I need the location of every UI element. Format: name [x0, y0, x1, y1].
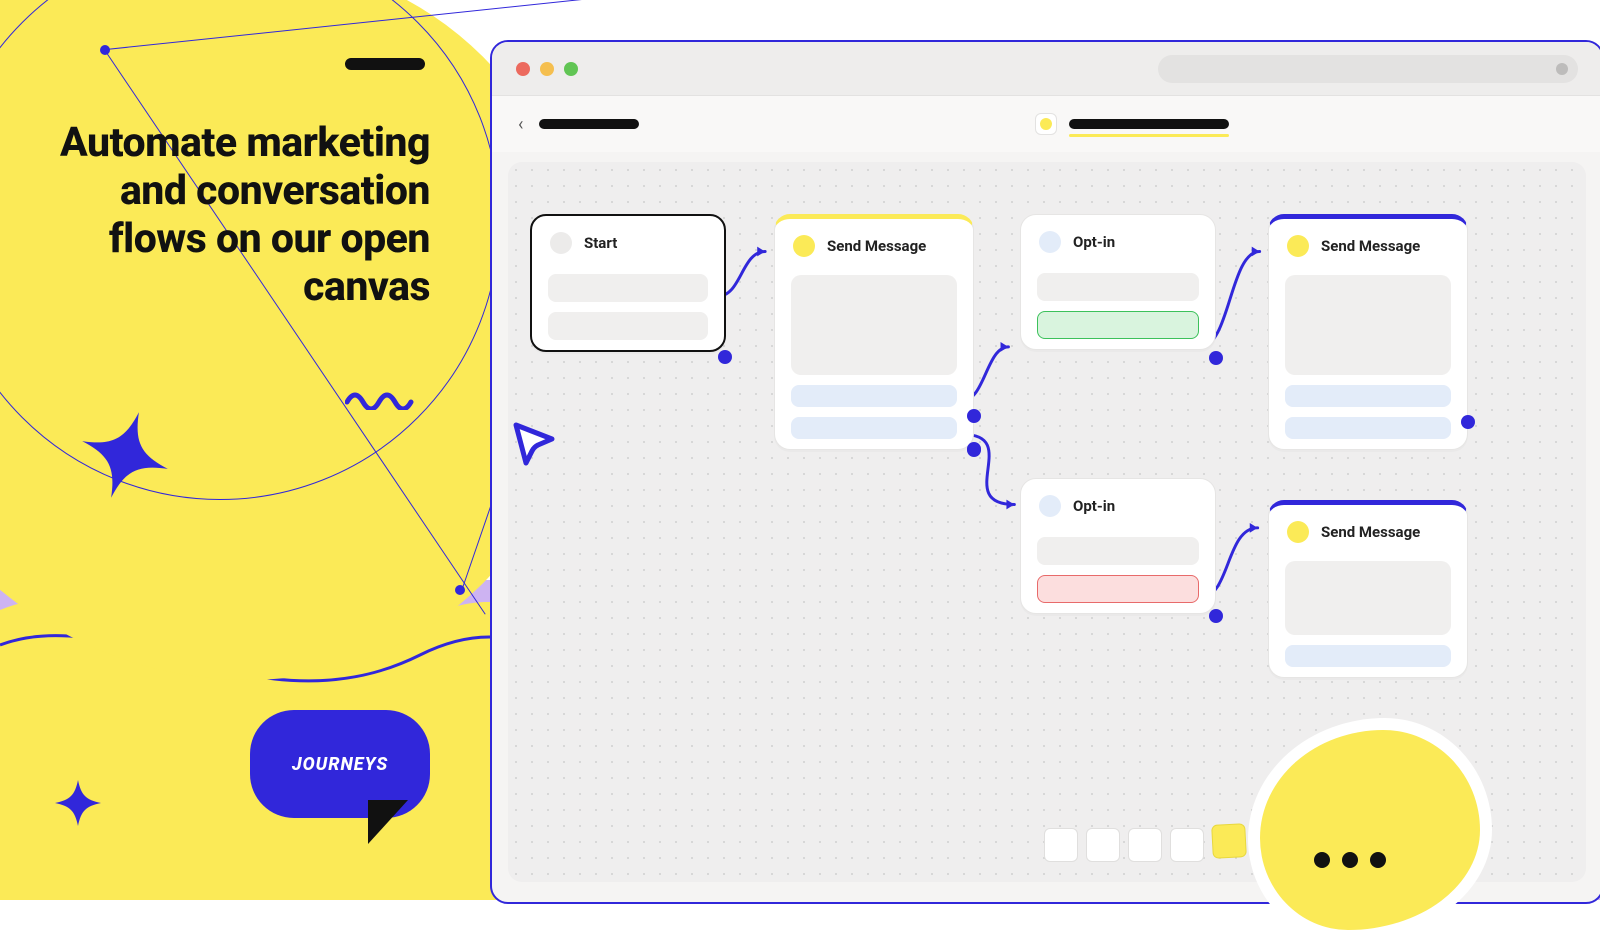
node-dot — [1287, 235, 1309, 257]
journey-name-placeholder[interactable] — [1069, 119, 1229, 129]
node-title: Opt-in — [1073, 497, 1115, 515]
node-title: Opt-in — [1073, 233, 1115, 251]
node-dot — [1039, 495, 1061, 517]
promo-stage: Automate marketing and conversation flow… — [0, 0, 1600, 900]
node-dot — [1039, 231, 1061, 253]
node-action[interactable] — [791, 417, 957, 439]
note-button[interactable] — [1044, 828, 1078, 862]
node-send-message[interactable]: Send Message — [1268, 500, 1468, 678]
chat-bubble-icon — [1260, 730, 1480, 930]
note-button-active[interactable] — [1211, 823, 1247, 859]
node-field — [548, 312, 708, 340]
node-preview — [1285, 561, 1451, 635]
node-dot — [550, 232, 572, 254]
url-bar[interactable] — [1158, 55, 1578, 83]
node-port[interactable] — [1209, 609, 1223, 623]
note-button[interactable] — [1086, 828, 1120, 862]
traffic-light-min[interactable] — [540, 62, 554, 76]
node-send-message[interactable]: Send Message — [1268, 214, 1468, 450]
note-button[interactable] — [1128, 828, 1162, 862]
node-title: Send Message — [1321, 237, 1420, 255]
sparkle-icon — [55, 780, 101, 826]
node-port[interactable] — [1209, 351, 1223, 365]
squiggle-icon — [345, 390, 425, 410]
node-port[interactable] — [718, 350, 732, 364]
node-option-negative[interactable] — [1037, 575, 1199, 603]
journeys-label: JOURNEYS — [292, 754, 388, 775]
toolbar-title-placeholder — [539, 119, 639, 129]
node-opt-in[interactable]: Opt-in — [1020, 214, 1216, 350]
node-action[interactable] — [791, 385, 957, 407]
node-port[interactable] — [967, 442, 981, 456]
app-toolbar: ‹ — [492, 96, 1600, 152]
note-tray — [1044, 828, 1246, 862]
workspace-chip[interactable] — [1035, 113, 1057, 135]
node-field — [548, 274, 708, 302]
node-opt-in[interactable]: Opt-in — [1020, 478, 1216, 614]
node-send-message[interactable]: Send Message — [774, 214, 974, 450]
deco-pill — [345, 58, 425, 70]
node-dot — [1287, 521, 1309, 543]
node-title: Send Message — [1321, 523, 1420, 541]
note-button[interactable] — [1170, 828, 1204, 862]
node-title: Start — [584, 234, 617, 252]
node-field — [1037, 273, 1199, 301]
node-field — [1037, 537, 1199, 565]
node-preview — [1285, 275, 1451, 375]
journeys-badge-tail — [368, 800, 408, 844]
node-action[interactable] — [1285, 385, 1451, 407]
titlebar — [492, 42, 1600, 96]
cursor-icon — [508, 417, 560, 469]
node-title: Send Message — [827, 237, 926, 255]
node-start[interactable]: Start — [530, 214, 726, 352]
sparkle-icon — [80, 410, 170, 500]
node-action[interactable] — [1285, 645, 1451, 667]
traffic-light-close[interactable] — [516, 62, 530, 76]
hero-headline: Automate marketing and conversation flow… — [60, 120, 430, 312]
node-option-positive[interactable] — [1037, 311, 1199, 339]
back-button[interactable]: ‹ — [518, 114, 523, 135]
node-dot — [793, 235, 815, 257]
node-port[interactable] — [1461, 415, 1475, 429]
toolbar-center — [1035, 113, 1229, 135]
node-port[interactable] — [967, 409, 981, 423]
node-action[interactable] — [1285, 417, 1451, 439]
traffic-light-max[interactable] — [564, 62, 578, 76]
node-preview — [791, 275, 957, 375]
